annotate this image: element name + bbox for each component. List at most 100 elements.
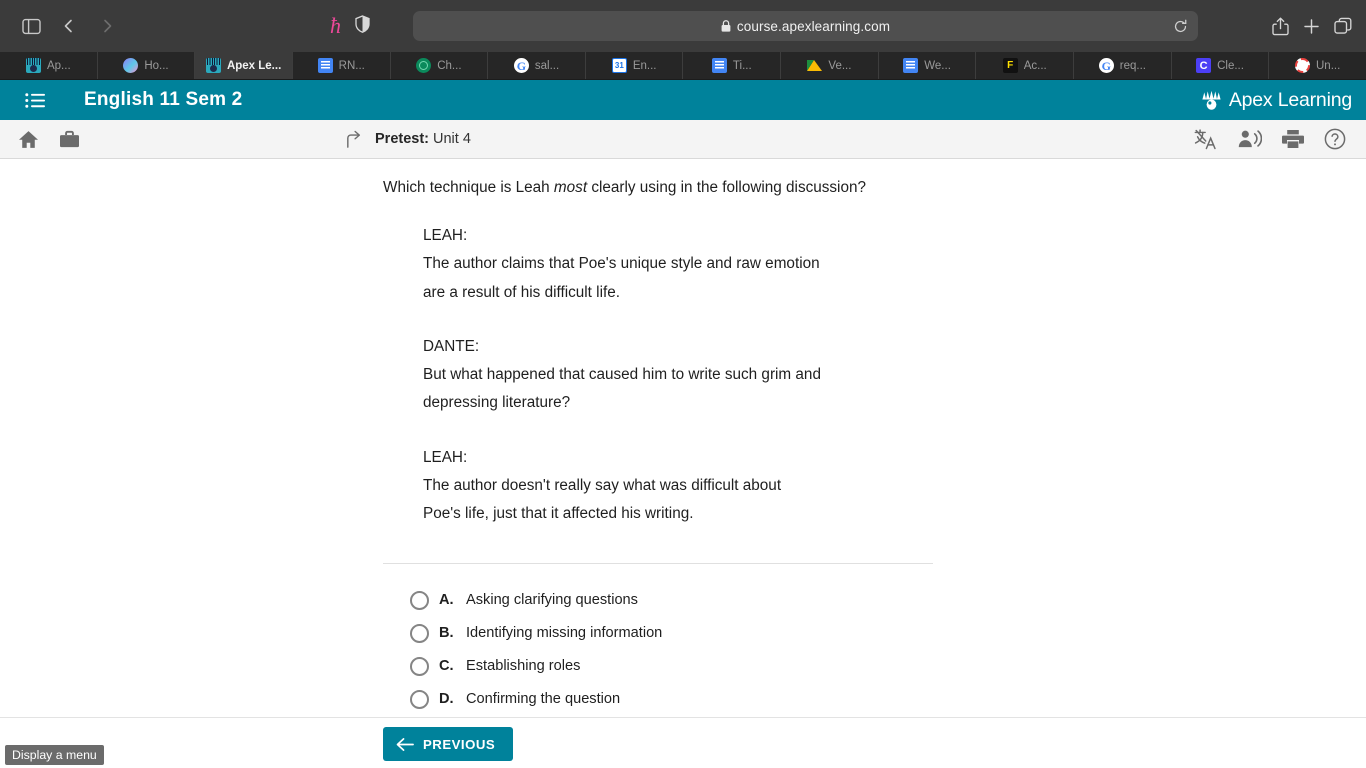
browser-tab-label: En... bbox=[632, 59, 657, 72]
url-text: course.apexlearning.com bbox=[736, 18, 891, 34]
home-icon[interactable] bbox=[18, 130, 39, 149]
answer-option[interactable]: D. Confirming the question bbox=[410, 683, 933, 716]
brand-name: Apex Learning bbox=[1228, 88, 1352, 111]
radio-button-icon[interactable] bbox=[410, 689, 429, 709]
honey-extension-icon[interactable]: ħ bbox=[330, 15, 341, 37]
previous-button[interactable]: PREVIOUS bbox=[383, 727, 514, 761]
browser-extensions: ħ bbox=[330, 15, 370, 38]
browser-tab[interactable]: RN... bbox=[293, 52, 391, 79]
browser-tab[interactable]: Greq... bbox=[1074, 52, 1172, 79]
back-chevron-left-icon[interactable] bbox=[52, 11, 86, 41]
address-bar[interactable]: course.apexlearning.com bbox=[413, 11, 1198, 41]
question-container: Which technique is Leah most clearly usi… bbox=[383, 159, 933, 716]
browser-tab-label: Ho... bbox=[144, 59, 169, 72]
dialogue-line: are a result of his difficult life. bbox=[423, 283, 620, 301]
browser-tab[interactable]: 31 En... bbox=[586, 52, 684, 79]
toolbar-left-actions bbox=[18, 130, 80, 149]
browser-tab-label: RN... bbox=[338, 59, 365, 72]
list-menu-icon[interactable] bbox=[22, 87, 48, 113]
apex-learning-logo: Apex Learning bbox=[1200, 89, 1352, 112]
sidebar-icon[interactable] bbox=[14, 11, 48, 41]
browser-tab[interactable]: C Cle... bbox=[1172, 52, 1270, 79]
options-divider bbox=[383, 562, 933, 564]
reload-icon[interactable] bbox=[1173, 19, 1188, 34]
radio-button-icon[interactable] bbox=[410, 590, 429, 610]
dialogue-line: The author doesn't really say what was d… bbox=[423, 477, 782, 495]
briefcase-icon[interactable] bbox=[59, 130, 80, 149]
browser-tab-label: Ti... bbox=[732, 59, 752, 72]
radio-button-icon[interactable] bbox=[410, 623, 429, 643]
address-bar-content: course.apexlearning.com bbox=[721, 19, 890, 34]
red-ring-favicon bbox=[1295, 58, 1310, 73]
dialogue-line: But what happened that caused him to wri… bbox=[423, 366, 821, 384]
google-favicon: G bbox=[513, 58, 529, 73]
f-favicon: F bbox=[1002, 58, 1018, 73]
question-stem: Which technique is Leah most clearly usi… bbox=[383, 177, 933, 200]
answer-option[interactable]: C. Establishing roles bbox=[410, 650, 933, 683]
clever-favicon: C bbox=[1196, 58, 1212, 73]
toolbar-right-actions bbox=[1194, 128, 1346, 150]
translate-icon[interactable] bbox=[1194, 128, 1218, 150]
green-circle-favicon bbox=[416, 58, 432, 73]
tab-overview-icon[interactable] bbox=[1334, 17, 1352, 35]
browser-tab[interactable]: Ve... bbox=[781, 52, 879, 79]
activity-unit-label: Unit 4 bbox=[433, 131, 471, 147]
app-header: English 11 Sem 2 Apex Learning bbox=[0, 80, 1366, 120]
answer-option-text: Establishing roles bbox=[466, 658, 581, 675]
browser-tab-label: req... bbox=[1119, 59, 1146, 72]
previous-button-label: PREVIOUS bbox=[423, 736, 496, 752]
answer-options: A. Asking clarifying questions B. Identifyi… bbox=[383, 584, 933, 716]
menu-tooltip: Display a menu bbox=[5, 745, 104, 765]
print-icon[interactable] bbox=[1282, 129, 1304, 149]
browser-tab[interactable]: We... bbox=[879, 52, 977, 79]
browser-tab-label: Cle... bbox=[1217, 59, 1244, 72]
browser-tab-label: Ap... bbox=[46, 59, 71, 72]
browser-tab[interactable]: Gsal... bbox=[488, 52, 586, 79]
browser-tab[interactable]: Ho... bbox=[98, 52, 196, 79]
browser-tab[interactable]: Ap... bbox=[0, 52, 98, 79]
lock-icon bbox=[721, 20, 731, 32]
browser-tab-label: Un... bbox=[1316, 59, 1341, 72]
navigation-footer: PREVIOUS bbox=[0, 717, 1366, 767]
dialogue-line: depressing literature? bbox=[423, 394, 571, 412]
browser-tab[interactable]: Ch... bbox=[391, 52, 489, 79]
browser-tab-label: sal... bbox=[534, 59, 560, 72]
google-calendar-favicon: 31 bbox=[611, 58, 627, 73]
return-up-arrow-icon[interactable] bbox=[345, 130, 363, 149]
dialogue-speaker: LEAH: bbox=[423, 226, 468, 244]
shield-extension-icon[interactable] bbox=[355, 14, 370, 38]
dialogue-line: The author claims that Poe's unique styl… bbox=[423, 255, 820, 273]
answer-option[interactable]: B. Identifying missing information bbox=[410, 617, 933, 650]
google-docs-favicon bbox=[711, 58, 727, 73]
apex-learning-logo-icon bbox=[1200, 89, 1223, 112]
browser-tab[interactable]: Un... bbox=[1269, 52, 1366, 79]
answer-option[interactable]: A. Asking clarifying questions bbox=[410, 584, 933, 617]
tab-strip: Ap... Ho... Apex Le... RN... Ch... Gsal... 31 E… bbox=[0, 52, 1366, 80]
answer-option-letter: D. bbox=[439, 691, 454, 708]
browser-tab-label: Ch... bbox=[437, 59, 462, 72]
answer-option-text: Identifying missing information bbox=[466, 625, 663, 642]
new-tab-plus-icon[interactable] bbox=[1303, 18, 1320, 35]
apex-favicon bbox=[205, 58, 221, 73]
google-drive-favicon bbox=[807, 58, 823, 73]
apex-favicon bbox=[25, 58, 41, 73]
browser-tab-label: Apex Le... bbox=[226, 59, 282, 72]
browser-tab[interactable]: Apex Le... bbox=[195, 52, 293, 79]
dialogue-block: DANTE: But what happened that caused him … bbox=[423, 333, 933, 418]
radio-button-icon[interactable] bbox=[410, 656, 429, 676]
dialogue-speaker: DANTE: bbox=[423, 337, 480, 355]
browser-tab-label: We... bbox=[924, 59, 951, 72]
browser-tab[interactable]: F Ac... bbox=[976, 52, 1075, 79]
question-stem-before: Which technique is Leah bbox=[383, 179, 554, 196]
dialogue-speaker: LEAH: bbox=[423, 448, 468, 466]
share-icon[interactable] bbox=[1272, 17, 1289, 36]
question-scroll-area[interactable]: Which technique is Leah most clearly usi… bbox=[0, 159, 1366, 717]
breadcrumb-text: Pretest: Unit 4 bbox=[375, 130, 471, 148]
dialogue-line: Poe's life, just that it affected his wr… bbox=[423, 505, 694, 523]
browser-tab[interactable]: Ti... bbox=[683, 52, 782, 79]
google-favicon: G bbox=[1098, 58, 1114, 73]
answer-option-letter: A. bbox=[439, 592, 454, 609]
help-circle-icon[interactable] bbox=[1324, 128, 1346, 150]
page-title: English 11 Sem 2 bbox=[84, 89, 243, 110]
read-aloud-icon[interactable] bbox=[1238, 129, 1262, 149]
